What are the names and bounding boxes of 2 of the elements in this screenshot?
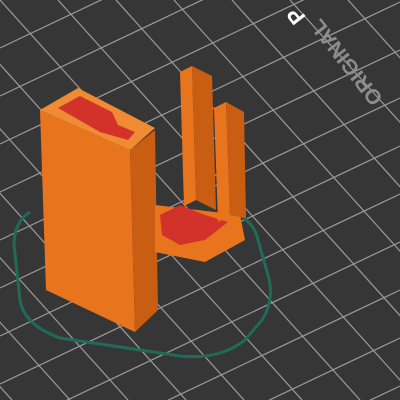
- bed-logo-text: P: [282, 2, 310, 30]
- model-drawing[interactable]: [40, 66, 246, 332]
